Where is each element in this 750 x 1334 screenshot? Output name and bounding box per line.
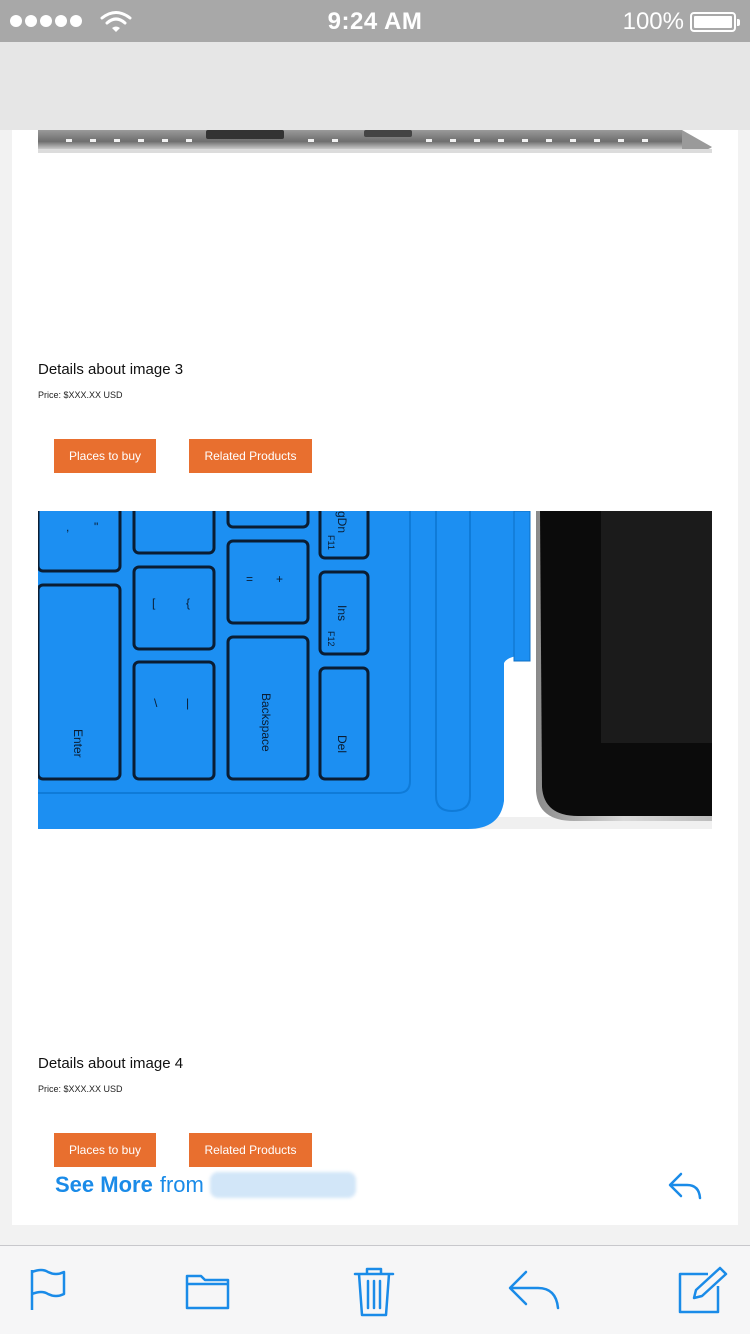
- reply-icon[interactable]: [667, 1170, 703, 1202]
- flag-icon[interactable]: [28, 1266, 68, 1312]
- product-price: Price: $XXX.XX USD: [38, 1084, 123, 1094]
- battery-percent: 100%: [622, 8, 684, 35]
- key-label-f12: F12: [326, 631, 336, 647]
- svg-text:|: |: [186, 696, 189, 710]
- folder-icon[interactable]: [184, 1266, 232, 1312]
- product-details-title: Details about image 4: [38, 1055, 184, 1072]
- related-products-button[interactable]: Related Products: [189, 439, 312, 473]
- key-label-pgdn: gDn: [335, 511, 349, 533]
- product-image-3: [38, 130, 712, 160]
- message-body: Details about image 3 Price: $XXX.XX USD…: [12, 130, 738, 1225]
- svg-text:,: ,: [66, 520, 69, 534]
- svg-text:": ": [94, 520, 98, 534]
- key-label-del: Del: [335, 735, 349, 753]
- svg-text:=: =: [246, 572, 253, 586]
- key-label-backspace: Backspace: [259, 693, 273, 752]
- see-more-from: from: [159, 1172, 204, 1197]
- product-details-title: Details about image 3: [38, 361, 184, 378]
- compose-icon[interactable]: [676, 1266, 728, 1316]
- bottom-toolbar: [0, 1245, 750, 1334]
- places-to-buy-button[interactable]: Places to buy: [54, 439, 156, 473]
- svg-text:{: {: [186, 596, 190, 610]
- status-bar: 9:24 AM 100%: [0, 0, 750, 42]
- key-label-enter: Enter: [71, 729, 85, 758]
- places-to-buy-button[interactable]: Places to buy: [54, 1133, 156, 1167]
- related-products-button[interactable]: Related Products: [189, 1133, 312, 1167]
- battery-icon: [690, 12, 740, 32]
- see-more-label: See More: [55, 1172, 153, 1197]
- navigation-bar: [0, 42, 750, 130]
- reply-icon[interactable]: [506, 1266, 562, 1312]
- see-more-link[interactable]: See More from: [55, 1172, 356, 1198]
- trash-icon[interactable]: [352, 1266, 396, 1318]
- blurred-sender-name: [209, 1172, 356, 1198]
- product-image-4: , " [ { = + \ | Enter Backspace Ins Del …: [38, 511, 712, 829]
- svg-text:+: +: [276, 572, 283, 586]
- key-label-f11: F11: [326, 535, 336, 550]
- product-price: Price: $XXX.XX USD: [38, 390, 123, 400]
- key-label-ins: Ins: [335, 605, 349, 621]
